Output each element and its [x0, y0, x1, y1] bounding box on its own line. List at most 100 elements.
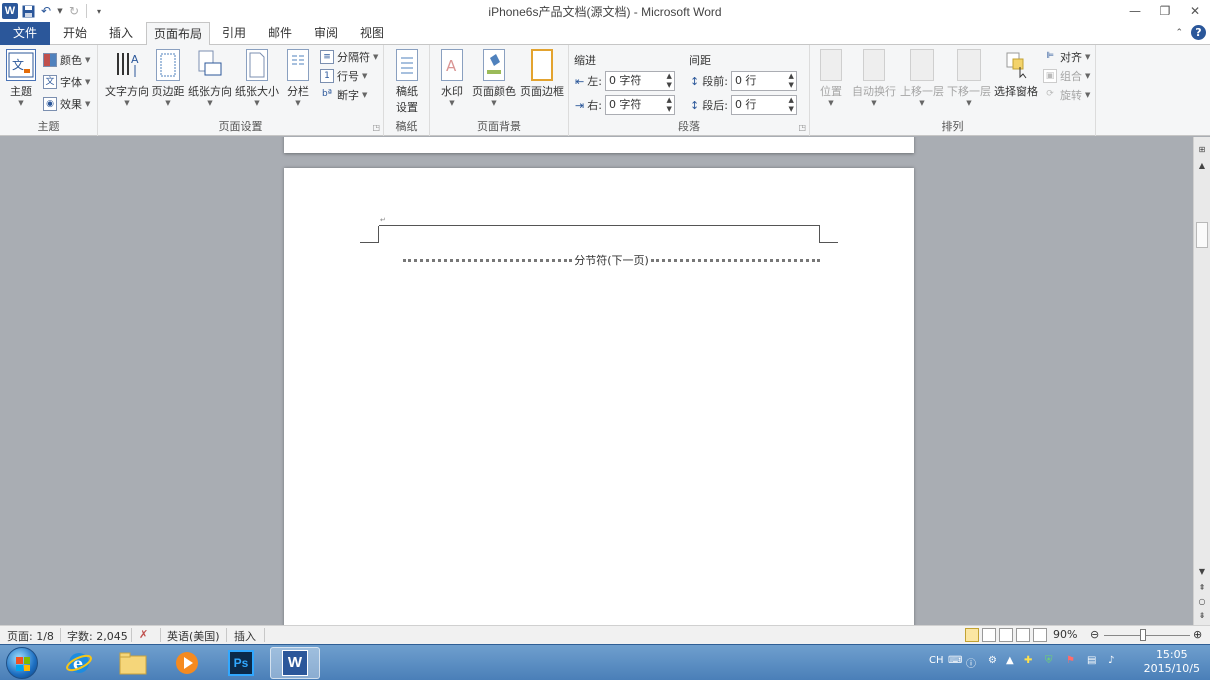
size-button[interactable]: 纸张大小 ▼	[234, 49, 280, 107]
indent-left-input[interactable]: 0 字符 ▲ ▼	[604, 71, 675, 91]
spacing-after-input[interactable]: 0 行 ▲ ▼	[730, 95, 797, 115]
zoom-slider-thumb[interactable]	[1140, 629, 1146, 641]
margins-button[interactable]: 页边距 ▼	[150, 49, 186, 107]
watermark-button[interactable]: A 水印 ▼	[436, 49, 468, 107]
dialog-launcher-icon[interactable]: ◳	[798, 123, 806, 132]
chevron-down-icon: ▼	[449, 99, 455, 107]
network-icon[interactable]: ▤	[1087, 655, 1096, 666]
manuscript-settings-button[interactable]: 稿纸 设置	[391, 49, 423, 115]
group-button[interactable]: ▣ 组合 ▼	[1043, 66, 1090, 86]
scroll-down-icon[interactable]: ▼	[1194, 565, 1210, 579]
spinner-arrows-icon[interactable]: ▲ ▼	[667, 72, 672, 90]
language-indicator[interactable]: 英语(美国)	[167, 628, 220, 644]
bring-forward-button[interactable]: 上移一层 ▼	[899, 49, 945, 107]
draft-view-icon[interactable]	[1033, 628, 1047, 642]
ruler-toggle-icon[interactable]: ⊞	[1194, 143, 1210, 157]
tab-file[interactable]: 文件	[0, 22, 50, 45]
next-page-icon[interactable]: ⇟	[1194, 609, 1210, 623]
close-icon[interactable]: ✕	[1180, 0, 1210, 22]
undo-icon[interactable]: ↶	[38, 3, 54, 19]
zoom-in-icon[interactable]: ⊕	[1193, 628, 1202, 641]
themes-button[interactable]: 文 主题 ▼	[5, 49, 37, 107]
help-icon[interactable]: ?	[1191, 25, 1206, 40]
help-tray-icon[interactable]: ⓘ	[966, 655, 976, 670]
spacing-before-input[interactable]: 0 行 ▲ ▼	[730, 71, 797, 91]
zoom-level[interactable]: 90%	[1053, 628, 1077, 641]
word-logo-icon[interactable]: W	[2, 3, 18, 19]
word-taskbar-icon[interactable]: W	[270, 647, 320, 679]
document-area[interactable]: ↵ 分节符(下一页)	[0, 137, 1193, 625]
group-icon: ▣	[1043, 69, 1057, 83]
previous-page-icon[interactable]: ⇞	[1194, 581, 1210, 595]
orientation-button[interactable]: 纸张方向 ▼	[187, 49, 233, 107]
rotate-button[interactable]: ⟳ 旋转 ▼	[1043, 85, 1090, 105]
word-count[interactable]: 字数: 2,045	[67, 628, 128, 644]
indent-right-input[interactable]: 0 字符 ▲ ▼	[604, 95, 675, 115]
tray-settings-icon[interactable]: ⚙	[988, 655, 997, 666]
tab-home[interactable]: 开始	[54, 22, 96, 45]
show-hidden-icons-icon[interactable]: ▲	[1006, 655, 1014, 666]
tab-page-layout[interactable]: 页面布局	[146, 22, 210, 46]
document-page[interactable]: ↵ 分节符(下一页)	[284, 168, 914, 625]
line-numbers-button[interactable]: 1 行号 ▼	[320, 66, 367, 86]
shield-icon[interactable]: ⛨	[1045, 655, 1053, 666]
vertical-scrollbar[interactable]: ⊞ ▲ ▼ ⇞ ○ ⇟	[1193, 137, 1210, 625]
save-icon[interactable]	[20, 3, 36, 19]
theme-fonts-button[interactable]: 文 字体 ▼	[43, 72, 90, 92]
dialog-launcher-icon[interactable]: ◳	[372, 123, 380, 132]
position-button[interactable]: 位置 ▼	[816, 49, 846, 107]
redo-icon[interactable]: ↻	[66, 3, 82, 19]
restore-icon[interactable]: ❐	[1150, 0, 1180, 22]
web-layout-icon[interactable]	[999, 628, 1013, 642]
minimize-ribbon-icon[interactable]: ⌃	[1175, 28, 1183, 38]
volume-icon[interactable]: ♪	[1108, 655, 1114, 666]
media-player-icon[interactable]	[162, 647, 212, 679]
start-button-icon[interactable]	[6, 647, 38, 679]
previous-page[interactable]	[284, 137, 914, 153]
tab-view[interactable]: 视图	[351, 22, 393, 45]
clock[interactable]: 15:05 2015/10/5	[1144, 648, 1200, 676]
align-button[interactable]: ⊫ 对齐 ▼	[1043, 47, 1090, 67]
undo-dropdown-icon[interactable]: ▼	[56, 3, 64, 19]
tab-review[interactable]: 审阅	[305, 22, 347, 45]
zoom-out-icon[interactable]: ⊖	[1090, 628, 1099, 641]
full-screen-reading-icon[interactable]	[982, 628, 996, 642]
page-borders-button[interactable]: 页面边框	[519, 49, 565, 99]
theme-colors-button[interactable]: 颜色 ▼	[43, 50, 90, 70]
minimize-icon[interactable]: —	[1120, 0, 1150, 22]
breaks-button[interactable]: ≡ 分隔符 ▼	[320, 47, 378, 67]
spinner-arrows-icon[interactable]: ▲ ▼	[789, 72, 794, 90]
scroll-thumb[interactable]	[1196, 222, 1208, 248]
text-direction-button[interactable]: A 文字方向 ▼	[103, 49, 151, 107]
zoom-slider-track[interactable]	[1104, 635, 1190, 636]
print-layout-view-icon[interactable]	[965, 628, 979, 642]
flag-icon[interactable]: ⚑	[1066, 655, 1075, 666]
browse-object-icon[interactable]: ○	[1194, 595, 1210, 609]
tab-references[interactable]: 引用	[213, 22, 255, 45]
hyphenation-button[interactable]: bª 断字 ▼	[320, 85, 367, 105]
section-break[interactable]: 分节符(下一页)	[403, 254, 820, 267]
spinner-arrows-icon[interactable]: ▲ ▼	[667, 96, 672, 114]
selection-pane-button[interactable]: 选择窗格	[992, 49, 1040, 99]
internet-explorer-icon[interactable]: e	[54, 647, 104, 679]
security-tray-icon[interactable]: ✚	[1024, 655, 1032, 666]
page-count[interactable]: 页面: 1/8	[7, 628, 54, 644]
outline-view-icon[interactable]	[1016, 628, 1030, 642]
send-backward-button[interactable]: 下移一层 ▼	[946, 49, 992, 107]
photoshop-icon[interactable]: Ps	[216, 647, 266, 679]
page-color-button[interactable]: 页面颜色 ▼	[472, 49, 516, 107]
insert-mode-indicator[interactable]: 插入	[234, 628, 256, 644]
ime-indicator[interactable]: CH	[929, 655, 944, 666]
scroll-up-icon[interactable]: ▲	[1194, 159, 1210, 173]
columns-button[interactable]: 分栏 ▼	[283, 49, 313, 107]
proofing-icon[interactable]: ✗	[139, 628, 148, 641]
file-explorer-icon[interactable]	[108, 647, 158, 679]
keyboard-icon[interactable]: ⌨	[948, 655, 962, 666]
theme-effects-button[interactable]: ◉ 效果 ▼	[43, 94, 90, 114]
spacing-after-row: ↕ 段后: 0 行 ▲ ▼	[690, 95, 797, 115]
customize-qat-icon[interactable]: ▾	[91, 3, 107, 19]
tab-mailings[interactable]: 邮件	[259, 22, 301, 45]
wrap-text-button[interactable]: 自动换行 ▼	[850, 49, 898, 107]
tab-insert[interactable]: 插入	[100, 22, 142, 45]
spinner-arrows-icon[interactable]: ▲ ▼	[789, 96, 794, 114]
